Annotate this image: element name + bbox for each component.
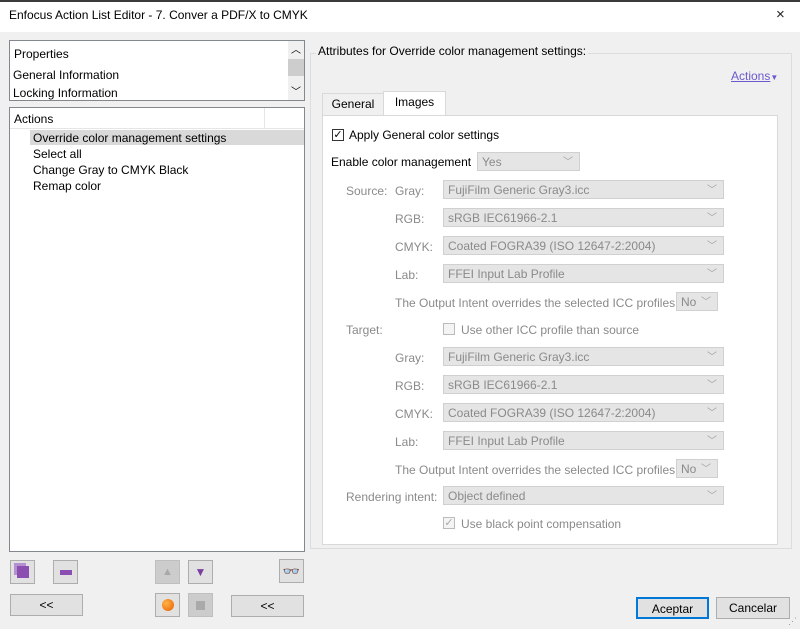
- rendering-intent-label: Rendering intent:: [346, 490, 438, 504]
- tab-general[interactable]: General: [322, 93, 384, 115]
- actions-menu-link[interactable]: Actions▼: [731, 69, 778, 83]
- target-lab-dropdown[interactable]: FFEI Input Lab Profile ﹀: [443, 431, 724, 450]
- target-label: Target:: [346, 323, 383, 337]
- dropdown-value: No: [681, 295, 697, 309]
- rendering-intent-dropdown[interactable]: Object defined ﹀: [443, 486, 724, 505]
- source-cmyk-label: CMYK:: [395, 240, 434, 254]
- actions-header-label: Actions: [14, 112, 54, 126]
- action-item[interactable]: Override color management settings: [33, 131, 226, 145]
- chevron-down-icon: ﹀: [707, 241, 717, 252]
- enable-cm-dropdown[interactable]: Yes ﹀: [477, 152, 580, 171]
- window-title: Enfocus Action List Editor - 7. Conver a…: [9, 8, 308, 22]
- source-label: Source:: [346, 184, 388, 198]
- dropdown-value: Yes: [482, 155, 502, 169]
- move-up-button[interactable]: ▲: [155, 560, 180, 584]
- remove-action-button[interactable]: [53, 560, 78, 584]
- preview-button[interactable]: 👓: [279, 559, 304, 583]
- dropdown-value: FujiFilm Generic Gray3.icc: [448, 350, 590, 364]
- action-item[interactable]: Change Gray to CMYK Black: [33, 163, 188, 177]
- chevron-down-icon: ﹀: [707, 352, 717, 363]
- minus-icon: [59, 569, 72, 575]
- target-oi-dropdown[interactable]: No ﹀: [676, 459, 718, 478]
- scroll-up-icon[interactable]: ︿: [291, 41, 301, 56]
- target-cmyk-dropdown[interactable]: Coated FOGRA39 (ISO 12647-2:2004) ﹀: [443, 403, 724, 422]
- list-item[interactable]: Locking Information: [13, 86, 118, 100]
- source-lab-dropdown[interactable]: FFEI Input Lab Profile ﹀: [443, 264, 724, 283]
- action-item[interactable]: Select all: [33, 147, 82, 161]
- apply-general-label: Apply General color settings: [349, 128, 500, 142]
- dropdown-value: FujiFilm Generic Gray3.icc: [448, 183, 590, 197]
- close-button[interactable]: ×: [776, 6, 785, 23]
- apply-general-checkbox[interactable]: ✓: [332, 129, 344, 141]
- use-other-icc-label: Use other ICC profile than source: [461, 323, 640, 337]
- actions-list: Actions Override color management settin…: [9, 107, 305, 552]
- source-lab-label: Lab:: [395, 268, 419, 282]
- properties-list: Properties General Information Locking I…: [9, 40, 305, 101]
- chevron-down-icon: ﹀: [707, 408, 717, 419]
- source-oi-label: The Output Intent overrides the selected…: [395, 296, 676, 310]
- dropdown-value: FFEI Input Lab Profile: [448, 434, 565, 448]
- black-point-checkbox[interactable]: ✓: [443, 517, 455, 529]
- dropdown-value: sRGB IEC61966-2.1: [448, 378, 558, 392]
- target-lab-label: Lab:: [395, 435, 419, 449]
- dropdown-value: Coated FOGRA39 (ISO 12647-2:2004): [448, 406, 656, 420]
- glasses-icon: 👓: [282, 562, 301, 579]
- actions-header: Actions: [10, 108, 304, 129]
- dropdown-value: Object defined: [448, 489, 526, 503]
- triangle-down-icon: ▼: [194, 565, 207, 579]
- chevron-down-icon: ﹀: [707, 185, 717, 196]
- stop-button[interactable]: [188, 593, 213, 617]
- target-rgb-dropdown[interactable]: sRGB IEC61966-2.1 ﹀: [443, 375, 724, 394]
- target-cmyk-label: CMYK:: [395, 407, 434, 421]
- resize-grip-icon[interactable]: ⋰: [788, 616, 797, 627]
- chevron-down-icon: ﹀: [707, 436, 717, 447]
- use-other-icc-checkbox[interactable]: [443, 323, 455, 335]
- scrollbar-thumb[interactable]: [288, 59, 304, 76]
- target-oi-label: The Output Intent overrides the selected…: [395, 463, 676, 477]
- tab-images[interactable]: Images: [383, 91, 446, 115]
- source-gray-label: Gray:: [395, 184, 425, 198]
- dropdown-arrow-icon: ▼: [770, 73, 779, 82]
- target-gray-dropdown[interactable]: FujiFilm Generic Gray3.icc ﹀: [443, 347, 724, 366]
- group-title: Attributes for Override color management…: [316, 44, 589, 58]
- record-icon: [161, 599, 174, 611]
- source-oi-dropdown[interactable]: No ﹀: [676, 292, 718, 311]
- cancel-button[interactable]: Cancelar: [716, 597, 790, 619]
- actions-link-label[interactable]: Actions: [731, 69, 770, 83]
- collapse-right-button[interactable]: <<: [231, 595, 304, 617]
- action-item[interactable]: Remap color: [33, 179, 101, 193]
- dropdown-value: Coated FOGRA39 (ISO 12647-2:2004): [448, 239, 656, 253]
- record-button[interactable]: [155, 593, 180, 617]
- stop-icon: [196, 600, 205, 610]
- target-rgb-label: RGB:: [395, 379, 425, 393]
- target-gray-label: Gray:: [395, 351, 425, 365]
- source-rgb-label: RGB:: [395, 212, 425, 226]
- ok-button[interactable]: Aceptar: [636, 597, 709, 619]
- duplicate-icon: [16, 566, 29, 578]
- black-point-label: Use black point compensation: [461, 517, 622, 531]
- triangle-up-icon: ▲: [162, 566, 173, 578]
- list-item[interactable]: Properties: [14, 47, 69, 61]
- duplicate-action-button[interactable]: [10, 560, 35, 584]
- chevron-down-icon: ﹀: [707, 380, 717, 391]
- chevron-down-icon: ﹀: [707, 491, 717, 502]
- enable-cm-label: Enable color management: [331, 155, 472, 169]
- scroll-down-icon[interactable]: ﹀: [291, 83, 301, 98]
- chevron-down-icon: ﹀: [701, 464, 711, 475]
- chevron-down-icon: ﹀: [707, 213, 717, 224]
- scrollbar[interactable]: ︿ ﹀: [288, 41, 304, 100]
- dropdown-value: FFEI Input Lab Profile: [448, 267, 565, 281]
- dropdown-value: sRGB IEC61966-2.1: [448, 211, 558, 225]
- chevron-down-icon: ﹀: [701, 297, 711, 308]
- collapse-left-button[interactable]: <<: [10, 594, 83, 616]
- chevron-down-icon: ﹀: [563, 157, 573, 168]
- source-cmyk-dropdown[interactable]: Coated FOGRA39 (ISO 12647-2:2004) ﹀: [443, 236, 724, 255]
- dropdown-value: No: [681, 462, 697, 476]
- source-gray-dropdown[interactable]: FujiFilm Generic Gray3.icc ﹀: [443, 180, 724, 199]
- source-rgb-dropdown[interactable]: sRGB IEC61966-2.1 ﹀: [443, 208, 724, 227]
- chevron-down-icon: ﹀: [707, 269, 717, 280]
- list-item[interactable]: General Information: [13, 68, 119, 82]
- move-down-button[interactable]: ▼: [188, 560, 213, 584]
